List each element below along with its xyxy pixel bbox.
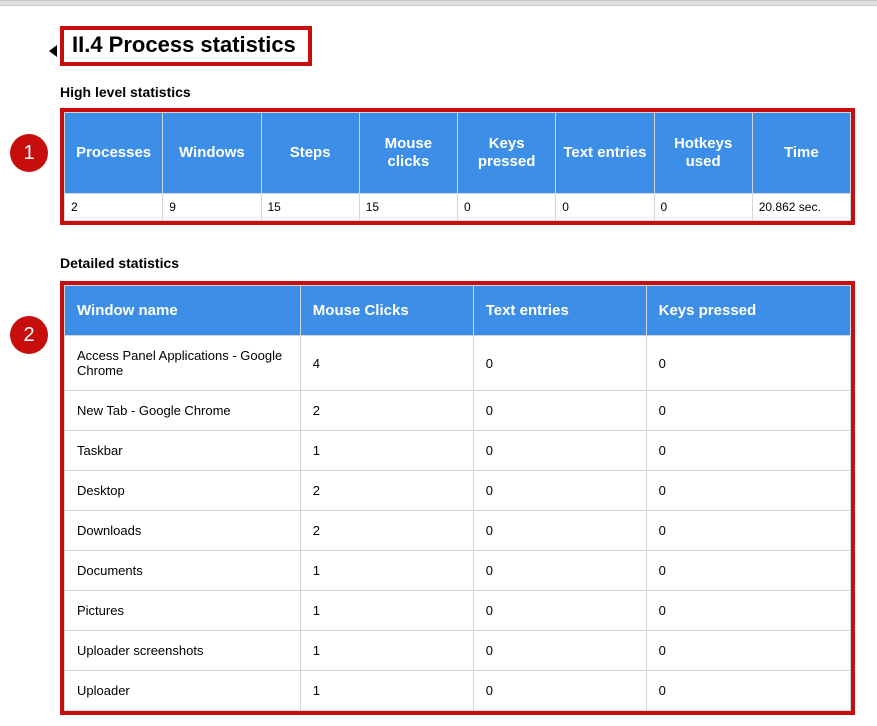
collapse-caret-icon[interactable] xyxy=(49,45,57,57)
cell-mouse-clicks: 1 xyxy=(300,631,473,671)
cell-text-entries: 0 xyxy=(473,336,646,391)
cell-mouse-clicks: 1 xyxy=(300,431,473,471)
section-heading: II.4 Process statistics xyxy=(72,32,296,58)
cell-window-name: Taskbar xyxy=(65,431,301,471)
cell-mouse-clicks: 1 xyxy=(300,591,473,631)
cell-keys-pressed: 0 xyxy=(646,391,850,431)
cell-window-name: Uploader screenshots xyxy=(65,631,301,671)
table-header-row: Window name Mouse Clicks Text entries Ke… xyxy=(65,286,851,336)
high-level-title: High level statistics xyxy=(60,84,855,100)
table-row: Desktop200 xyxy=(65,471,851,511)
cell-mouse-clicks: 15 xyxy=(359,194,457,221)
cell-keys-pressed: 0 xyxy=(458,194,556,221)
cell-text-entries: 0 xyxy=(473,511,646,551)
cell-mouse-clicks: 4 xyxy=(300,336,473,391)
annotation-badge-1: 1 xyxy=(10,134,48,172)
table-row: Documents100 xyxy=(65,551,851,591)
cell-mouse-clicks: 2 xyxy=(300,471,473,511)
col-steps: Steps xyxy=(261,113,359,194)
cell-mouse-clicks: 2 xyxy=(300,391,473,431)
col-text-entries: Text entries xyxy=(556,113,654,194)
cell-text-entries: 0 xyxy=(473,471,646,511)
cell-time: 20.862 sec. xyxy=(752,194,850,221)
col-text-entries: Text entries xyxy=(473,286,646,336)
cell-keys-pressed: 0 xyxy=(646,336,850,391)
table-row: Uploader100 xyxy=(65,671,851,711)
document-content: II.4 Process statistics High level stati… xyxy=(0,6,877,726)
col-processes: Processes xyxy=(65,113,163,194)
col-hotkeys-used: Hotkeys used xyxy=(654,113,752,194)
cell-keys-pressed: 0 xyxy=(646,471,850,511)
cell-keys-pressed: 0 xyxy=(646,431,850,471)
col-keys-pressed: Keys pressed xyxy=(458,113,556,194)
cell-mouse-clicks: 2 xyxy=(300,511,473,551)
cell-steps: 15 xyxy=(261,194,359,221)
table-row: Pictures100 xyxy=(65,591,851,631)
cell-keys-pressed: 0 xyxy=(646,631,850,671)
cell-window-name: Documents xyxy=(65,551,301,591)
cell-text-entries: 0 xyxy=(473,391,646,431)
cell-text-entries: 0 xyxy=(473,551,646,591)
cell-text-entries: 0 xyxy=(473,591,646,631)
table-row: Downloads200 xyxy=(65,511,851,551)
cell-mouse-clicks: 1 xyxy=(300,671,473,711)
col-windows: Windows xyxy=(163,113,261,194)
cell-window-name: Pictures xyxy=(65,591,301,631)
cell-window-name: Access Panel Applications - Google Chrom… xyxy=(65,336,301,391)
cell-text-entries: 0 xyxy=(473,631,646,671)
annotation-badge-2: 2 xyxy=(10,316,48,354)
high-level-table: Processes Windows Steps Mouse clicks Key… xyxy=(64,112,851,221)
col-window-name: Window name xyxy=(65,286,301,336)
detailed-table-highlight: Window name Mouse Clicks Text entries Ke… xyxy=(60,281,855,715)
table-header-row: Processes Windows Steps Mouse clicks Key… xyxy=(65,113,851,194)
cell-processes: 2 xyxy=(65,194,163,221)
cell-keys-pressed: 0 xyxy=(646,591,850,631)
detailed-table: Window name Mouse Clicks Text entries Ke… xyxy=(64,285,851,711)
cell-text-entries: 0 xyxy=(473,671,646,711)
cell-window-name: New Tab - Google Chrome xyxy=(65,391,301,431)
cell-text-entries: 0 xyxy=(473,431,646,471)
table-row: Taskbar100 xyxy=(65,431,851,471)
table-row: Uploader screenshots100 xyxy=(65,631,851,671)
cell-text-entries: 0 xyxy=(556,194,654,221)
high-level-table-highlight: Processes Windows Steps Mouse clicks Key… xyxy=(60,108,855,225)
section-heading-highlight: II.4 Process statistics xyxy=(60,26,312,66)
cell-windows: 9 xyxy=(163,194,261,221)
table-row: New Tab - Google Chrome200 xyxy=(65,391,851,431)
cell-window-name: Desktop xyxy=(65,471,301,511)
cell-window-name: Downloads xyxy=(65,511,301,551)
cell-hotkeys-used: 0 xyxy=(654,194,752,221)
cell-keys-pressed: 0 xyxy=(646,511,850,551)
col-mouse-clicks: Mouse clicks xyxy=(359,113,457,194)
cell-mouse-clicks: 1 xyxy=(300,551,473,591)
table-row: 2 9 15 15 0 0 0 20.862 sec. xyxy=(65,194,851,221)
table-row: Access Panel Applications - Google Chrom… xyxy=(65,336,851,391)
cell-keys-pressed: 0 xyxy=(646,671,850,711)
col-keys-pressed: Keys pressed xyxy=(646,286,850,336)
cell-window-name: Uploader xyxy=(65,671,301,711)
cell-keys-pressed: 0 xyxy=(646,551,850,591)
detailed-title: Detailed statistics xyxy=(60,255,855,271)
col-time: Time xyxy=(752,113,850,194)
col-mouse-clicks: Mouse Clicks xyxy=(300,286,473,336)
